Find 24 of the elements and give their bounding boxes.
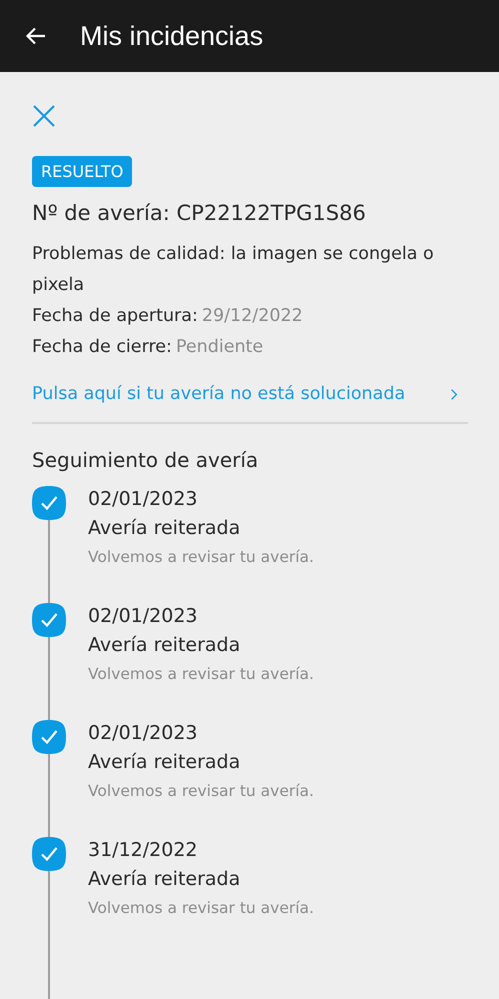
step-title: Avería reiterada xyxy=(88,751,242,773)
step-date: 02/01/2023 xyxy=(88,722,199,744)
chevron-icon xyxy=(450,388,458,401)
help-link[interactable]: Pulsa aquí si tu avería no está solucionada xyxy=(32,379,468,410)
step-description: Volvemos a revisar tu avería. xyxy=(88,548,314,566)
detail-label: Fecha de apertura: xyxy=(32,306,198,326)
step-description: Volvemos a revisar tu avería. xyxy=(88,665,314,683)
step-date: 31/12/2022 xyxy=(88,839,199,861)
detail-value: 29/12/2022 xyxy=(202,306,303,326)
step-title: Avería reiterada xyxy=(88,634,242,656)
detail-value: Pendiente xyxy=(176,337,264,357)
step-title: Avería reiterada xyxy=(88,517,242,539)
close-icon[interactable] xyxy=(32,104,56,128)
status-badge: RESUELTO xyxy=(32,156,132,187)
detail-label: Fecha de cierre: xyxy=(32,337,172,357)
fault-number: Nº de avería: CP22122TPG1S86 xyxy=(32,201,366,225)
step-title: Avería reiterada xyxy=(88,868,242,890)
screen-title: Mis incidencias xyxy=(80,20,264,52)
step-date: 02/01/2023 xyxy=(88,488,199,510)
step-date: 02/01/2023 xyxy=(88,605,199,627)
detail-label: Problemas de calidad: la imagen se congela o pixela xyxy=(32,244,434,295)
step-description: Volvemos a revisar tu avería. xyxy=(88,782,314,800)
section-title: Seguimiento de avería xyxy=(32,448,258,472)
step-description: Volvemos a revisar tu avería. xyxy=(88,899,314,917)
